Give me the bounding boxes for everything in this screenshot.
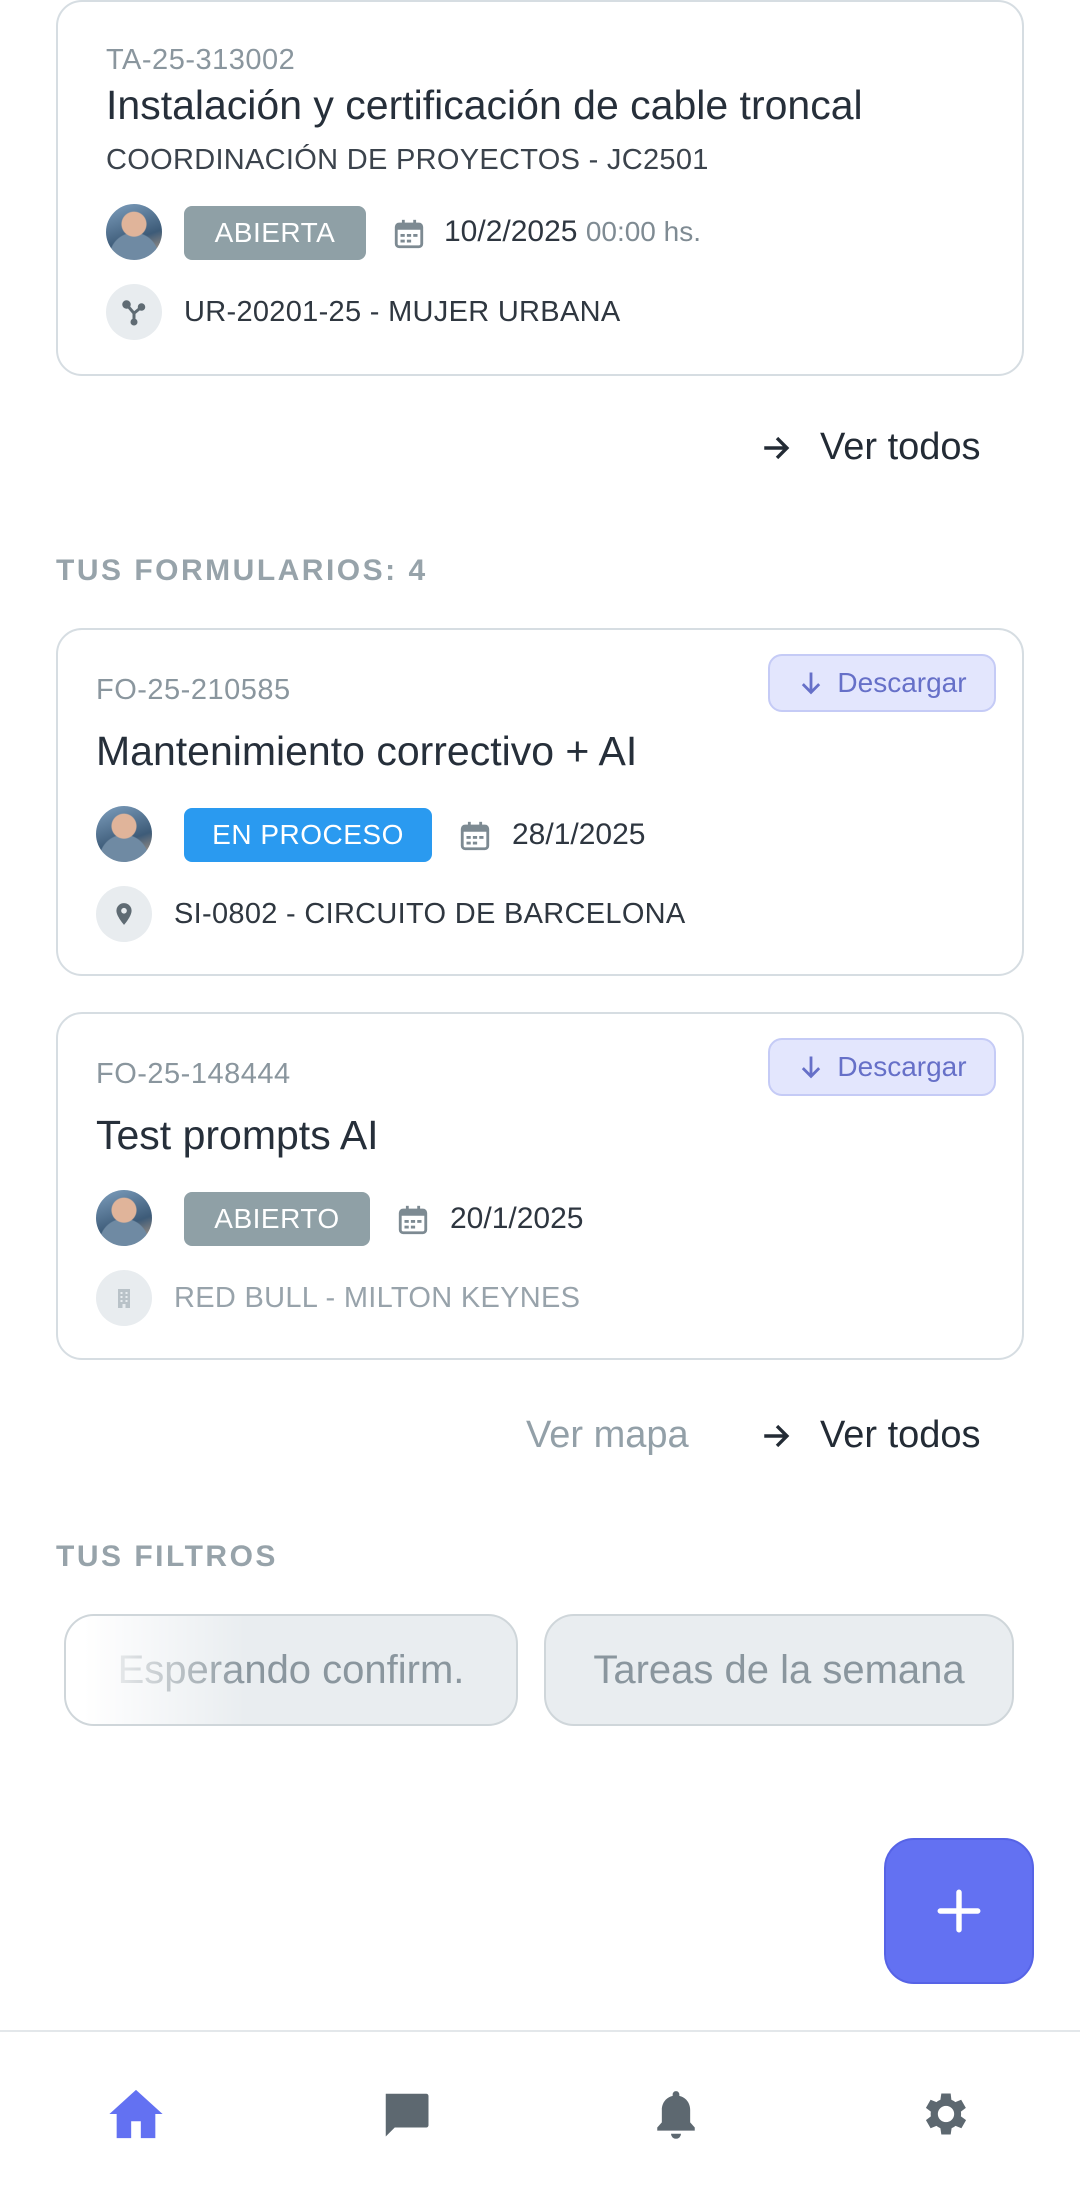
task-code: TA-25-313002 (106, 44, 296, 76)
status-badge: ABIERTO (184, 1192, 370, 1246)
filter-chip[interactable]: Esperando confirm. (64, 1614, 518, 1726)
task-subtitle: COORDINACIÓN DE PROYECTOS - JC2501 (106, 144, 709, 176)
form-code: FO-25-210585 (96, 674, 291, 706)
form-title: Test prompts AI (96, 1112, 379, 1158)
nav-notifications[interactable] (646, 2084, 706, 2144)
form-card[interactable]: Descargar FO-25-148444 Test prompts AI A… (56, 1012, 1024, 1360)
branch-nodes-icon (106, 284, 162, 340)
scroll-fade (66, 1616, 246, 1724)
home-icon (109, 2089, 163, 2139)
filter-chip-label: Tareas de la semana (593, 1647, 965, 1692)
map-pin-icon (96, 886, 152, 942)
form-location: SI-0802 - CIRCUITO DE BARCELONA (174, 898, 686, 930)
plus-icon (937, 1889, 981, 1933)
download-button[interactable]: Descargar (768, 654, 996, 712)
task-title: Instalación y certificación de cable tro… (106, 82, 863, 128)
view-map-link[interactable]: Ver mapa (526, 1414, 689, 1457)
avatar (106, 204, 162, 260)
status-badge: ABIERTA (184, 206, 366, 260)
task-date-value: 10/2/2025 (444, 215, 578, 248)
building-icon (96, 1270, 152, 1326)
avatar (96, 806, 152, 862)
arrow-right-icon (764, 436, 790, 459)
form-card[interactable]: Descargar FO-25-210585 Mantenimiento cor… (56, 628, 1024, 976)
forms-view-all-label: Ver todos (820, 1414, 981, 1456)
nav-home[interactable] (106, 2084, 166, 2144)
filters-heading: TUS FILTROS (56, 1540, 278, 1573)
task-card[interactable]: TA-25-313002 Instalación y certificación… (56, 0, 1024, 376)
form-date: 20/1/2025 (450, 1202, 584, 1235)
arrow-down-icon (802, 672, 821, 695)
calendar-icon (394, 219, 424, 249)
form-date: 28/1/2025 (512, 818, 646, 851)
form-location: RED BULL - MILTON KEYNES (174, 1282, 581, 1314)
chat-icon (385, 2093, 429, 2137)
gear-icon (925, 2093, 967, 2135)
nav-settings[interactable] (916, 2084, 976, 2144)
status-badge: EN PROCESO (184, 808, 432, 862)
avatar (96, 1190, 152, 1246)
bottom-nav (0, 2030, 1080, 2190)
task-date: 10/2/2025 00:00 hs. (444, 215, 701, 249)
tasks-view-all-link[interactable]: Ver todos (760, 426, 981, 469)
task-time: 00:00 hs. (585, 216, 702, 247)
forms-heading: TUS FORMULARIOS: 4 (56, 554, 428, 587)
bell-icon (657, 2091, 695, 2139)
download-button[interactable]: Descargar (768, 1038, 996, 1096)
tasks-view-all-label: Ver todos (820, 426, 981, 468)
arrow-down-icon (802, 1056, 821, 1079)
nav-chat[interactable] (376, 2084, 436, 2144)
form-title: Mantenimiento correctivo + AI (96, 728, 638, 774)
forms-view-all-link[interactable]: Ver todos (760, 1414, 981, 1457)
calendar-icon (460, 821, 490, 851)
filter-chip[interactable]: Tareas de la semana (544, 1614, 1014, 1726)
arrow-right-icon (764, 1424, 790, 1447)
form-code: FO-25-148444 (96, 1058, 291, 1090)
view-map-label: Ver mapa (526, 1414, 689, 1456)
download-label: Descargar (837, 1051, 967, 1082)
task-reference: UR-20201-25 - MUJER URBANA (184, 296, 621, 328)
add-button[interactable] (884, 1838, 1034, 1984)
calendar-icon (398, 1205, 428, 1235)
download-label: Descargar (837, 667, 967, 698)
